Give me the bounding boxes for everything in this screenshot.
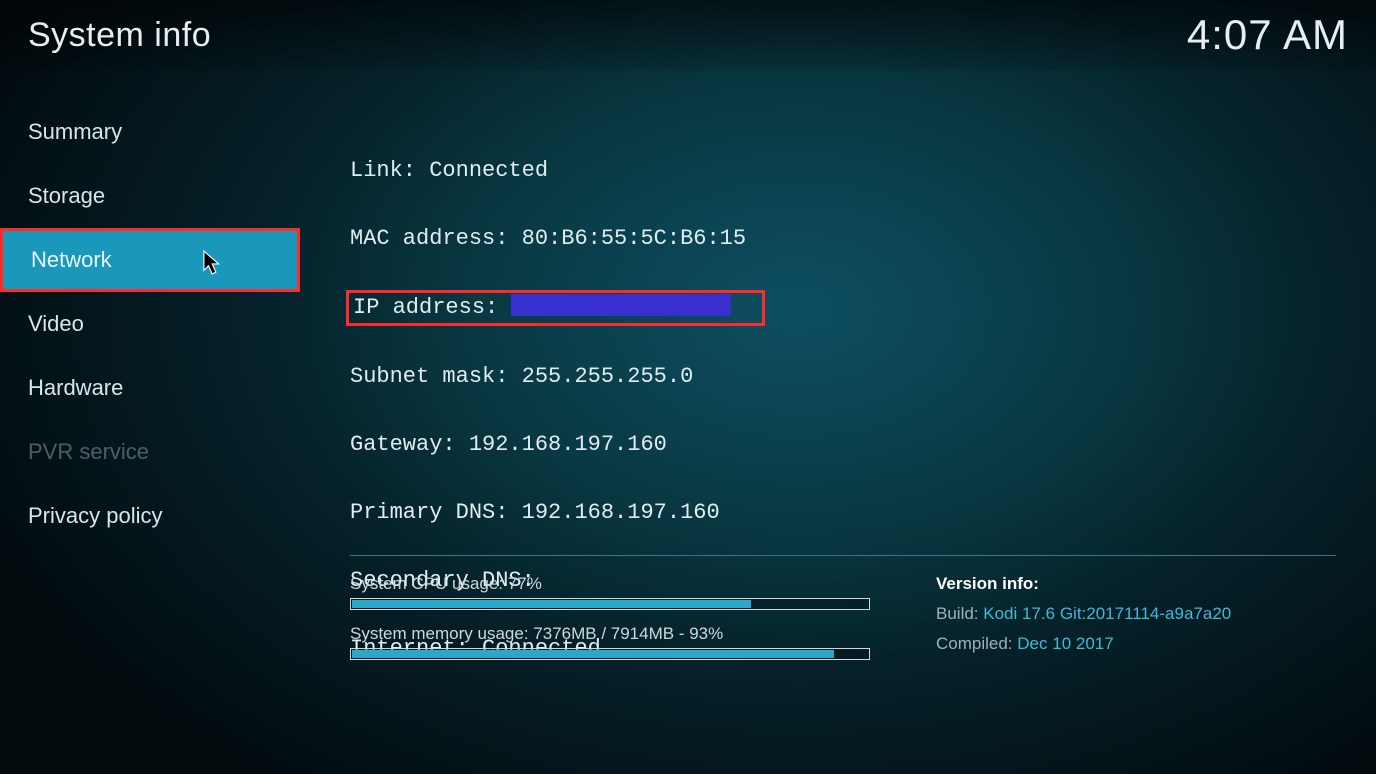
- compiled-row: Compiled: Dec 10 2017: [936, 634, 1336, 654]
- sidebar-item-network[interactable]: Network: [0, 228, 300, 292]
- sidebar-item-privacy-policy[interactable]: Privacy policy: [0, 484, 300, 548]
- ip-label: IP address:: [353, 295, 498, 320]
- memory-usage-label: System memory usage: 7376MB / 7914MB - 9…: [350, 624, 880, 644]
- ip-row: IP address:: [350, 290, 1336, 326]
- sidebar-item-video[interactable]: Video: [0, 292, 300, 356]
- sidebar-item-hardware[interactable]: Hardware: [0, 356, 300, 420]
- sidebar-item-label: Summary: [28, 119, 122, 145]
- sidebar-item-label: Network: [31, 247, 112, 273]
- gateway-value: 192.168.197.160: [469, 432, 667, 457]
- cpu-usage-bar: [350, 598, 870, 610]
- compiled-value: Dec 10 2017: [1017, 634, 1113, 653]
- page-title: System info: [28, 16, 211, 55]
- footer-right: Version info: Build: Kodi 17.6 Git:20171…: [936, 574, 1336, 674]
- subnet-value: 255.255.255.0: [522, 364, 694, 389]
- subnet-label: Subnet mask:: [350, 364, 508, 389]
- mac-label: MAC address:: [350, 226, 508, 251]
- compiled-key: Compiled:: [936, 634, 1013, 653]
- primary-dns-value: 192.168.197.160: [522, 500, 720, 525]
- sidebar-item-pvr-service[interactable]: PVR service: [0, 420, 300, 484]
- cpu-usage-label: System CPU usage: 77%: [350, 574, 880, 594]
- memory-usage-fill: [352, 650, 834, 658]
- footer: System CPU usage: 77% System memory usag…: [350, 555, 1336, 674]
- primary-dns-label: Primary DNS:: [350, 500, 508, 525]
- clock: 4:07 AM: [1187, 11, 1348, 59]
- link-label: Link:: [350, 158, 416, 183]
- version-info-title: Version info:: [936, 574, 1336, 594]
- link-row: Link: Connected: [350, 154, 1336, 188]
- link-value: Connected: [429, 158, 548, 183]
- ip-redacted: [511, 294, 731, 316]
- build-key: Build:: [936, 604, 979, 623]
- mac-row: MAC address: 80:B6:55:5C:B6:15: [350, 222, 1336, 256]
- primary-dns-row: Primary DNS: 192.168.197.160: [350, 496, 1336, 530]
- sidebar-item-label: PVR service: [28, 439, 149, 465]
- memory-usage-bar: [350, 648, 870, 660]
- sidebar-item-storage[interactable]: Storage: [0, 164, 300, 228]
- sidebar-item-label: Hardware: [28, 375, 123, 401]
- footer-left: System CPU usage: 77% System memory usag…: [350, 574, 880, 674]
- sidebar-item-summary[interactable]: Summary: [0, 100, 300, 164]
- cpu-usage-fill: [352, 600, 751, 608]
- gateway-row: Gateway: 192.168.197.160: [350, 428, 1336, 462]
- gateway-label: Gateway:: [350, 432, 456, 457]
- sidebar-item-label: Storage: [28, 183, 105, 209]
- sidebar-item-label: Privacy policy: [28, 503, 162, 529]
- header: System info 4:07 AM: [0, 0, 1376, 70]
- cursor-icon: [203, 249, 225, 277]
- mac-value: 80:B6:55:5C:B6:15: [522, 226, 746, 251]
- sidebar: Summary Storage Network Video Hardware P…: [0, 100, 300, 548]
- subnet-row: Subnet mask: 255.255.255.0: [350, 360, 1336, 394]
- build-value: Kodi 17.6 Git:20171114-a9a7a20: [983, 604, 1231, 623]
- build-row: Build: Kodi 17.6 Git:20171114-a9a7a20: [936, 604, 1336, 624]
- sidebar-item-label: Video: [28, 311, 84, 337]
